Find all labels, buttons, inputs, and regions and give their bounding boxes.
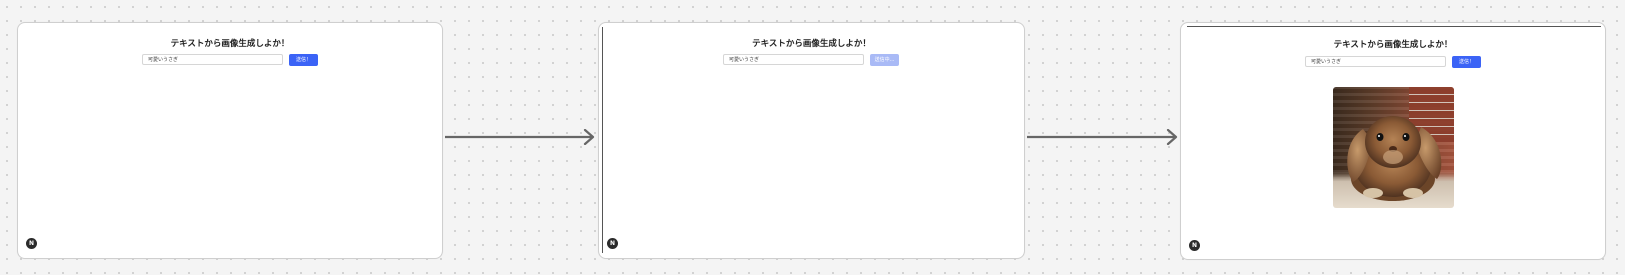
loading-indicator <box>1187 26 1601 27</box>
n-logo-icon[interactable]: N <box>1189 240 1200 251</box>
page-title: テキストから画像生成しよか！ <box>1333 40 1453 50</box>
generated-rabbit-image <box>1333 87 1454 208</box>
n-logo-icon[interactable]: N <box>26 238 37 249</box>
submit-button[interactable]: 送信！ <box>1452 56 1481 68</box>
prompt-input[interactable]: 可愛いうさぎ <box>1305 56 1446 67</box>
arrow-right-icon <box>1027 129 1178 145</box>
step-2-panel: テキストから画像生成しよか！ 可愛いうさぎ 送信中... N <box>598 22 1025 259</box>
rabbit-illustration <box>1347 116 1442 201</box>
page-title: テキストから画像生成しよか！ <box>170 39 290 49</box>
prompt-input[interactable]: 可愛いうさぎ <box>723 54 864 65</box>
arrow-right-icon <box>445 129 595 145</box>
page-title: テキストから画像生成しよか！ <box>752 39 871 49</box>
prompt-input[interactable]: 可愛いうさぎ <box>142 54 283 65</box>
step-1-panel: テキストから画像生成しよか！ 可愛いうさぎ 送信！ N <box>17 22 443 259</box>
step-3-panel: テキストから画像生成しよか！ 可愛いうさぎ 送信！ N <box>1180 22 1606 260</box>
submit-button[interactable]: 送信！ <box>289 54 318 66</box>
n-logo-icon[interactable]: N <box>607 238 618 249</box>
loading-indicator <box>602 27 603 253</box>
submit-button[interactable]: 送信中... <box>870 54 899 66</box>
